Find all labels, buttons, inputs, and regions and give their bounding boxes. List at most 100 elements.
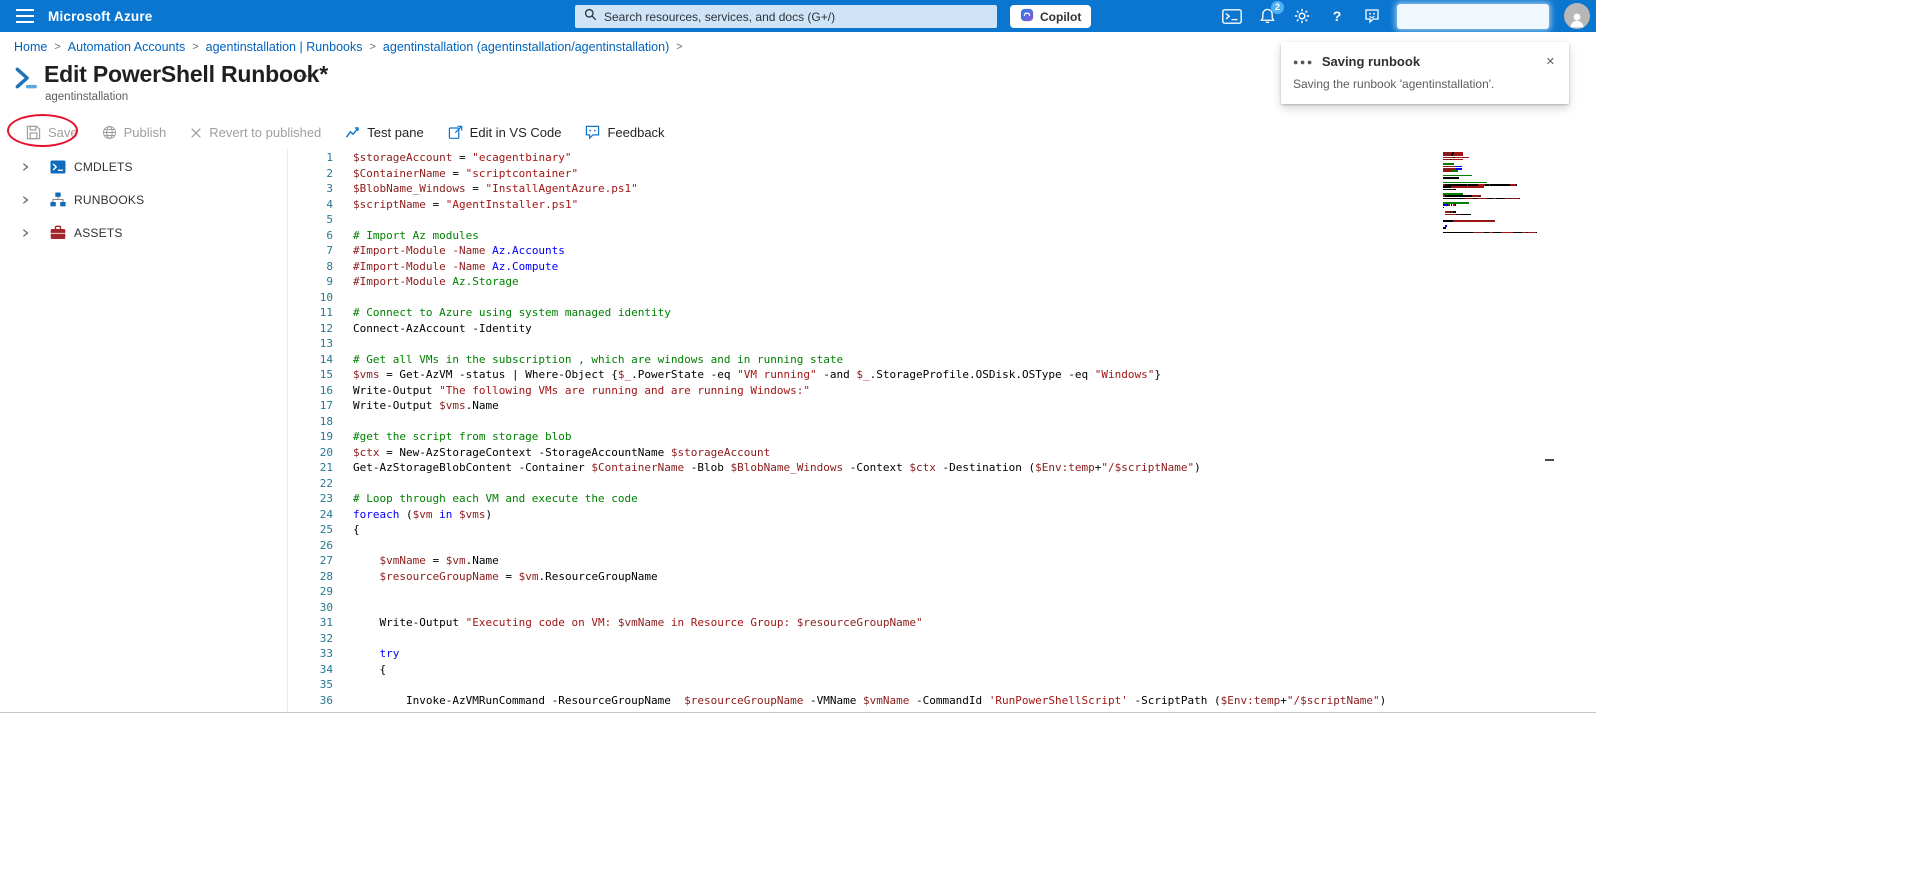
code-text: try [379, 647, 400, 660]
toolbar-feedback-button[interactable]: Feedback [585, 125, 665, 140]
line-number: 11 [319, 306, 333, 319]
chevron-right-icon[interactable] [20, 195, 32, 205]
notification-count-badge: 2 [1271, 1, 1284, 14]
settings-gear-icon[interactable] [1292, 6, 1312, 26]
minimap[interactable] [1443, 152, 1540, 234]
line-number: 26 [319, 538, 333, 552]
line-number: 16 [319, 383, 333, 397]
code-text: $storageAccount = "ecagentbinary" [353, 151, 572, 164]
toast-header: ●●● Saving runbook ✕ [1293, 53, 1557, 70]
notification-toast: ●●● Saving runbook ✕ Saving the runbook … [1281, 42, 1569, 104]
help-icon[interactable]: ? [1327, 6, 1347, 26]
code-line: 32 [288, 631, 1427, 647]
more-options-icon[interactable]: ··· [298, 67, 316, 84]
line-number: 2 [326, 166, 333, 180]
line-number: 8 [326, 259, 333, 273]
breadcrumb-separator: > [369, 41, 376, 53]
toast-close-icon[interactable]: ✕ [1544, 53, 1557, 70]
topbar: Microsoft Azure Copilot 2 [0, 0, 1596, 32]
copilot-button[interactable]: Copilot [1010, 5, 1092, 28]
code-line: 28 $resourceGroupName = $vm.ResourceGrou… [288, 569, 1427, 585]
line-number: 17 [319, 399, 333, 412]
line-number: 21 [319, 461, 333, 474]
sidebar-item-cmdlets[interactable]: CMDLETS [0, 150, 287, 183]
sidebar-item-label: CMDLETS [74, 159, 133, 174]
toolbar-edit-in-vs-code-button[interactable]: Edit in VS Code [448, 125, 561, 140]
global-search-box[interactable] [575, 5, 997, 28]
code-line: 25 { [288, 522, 1427, 538]
code-text: $scriptName = "AgentInstaller.ps1" [353, 197, 579, 211]
runbooks-icon [50, 192, 66, 207]
line-number: 18 [319, 414, 333, 428]
code-line: 35 [288, 677, 1427, 693]
breadcrumb-link[interactable]: agentinstallation | Runbooks [206, 40, 363, 54]
search-input[interactable] [604, 9, 988, 24]
sidebar-item-assets[interactable]: ASSETS [0, 216, 287, 249]
toolbar-label: Feedback [607, 125, 665, 140]
save-icon [26, 125, 41, 140]
line-number: 9 [326, 275, 333, 288]
vscode-icon [448, 125, 463, 140]
code-text: # Loop through each VM and execute the c… [353, 492, 638, 505]
code-line: 31 Write-Output "Executing code on VM: $… [288, 615, 1427, 631]
toolbar-publish-button[interactable]: Publish [102, 125, 166, 140]
line-number: 36 [319, 693, 333, 707]
notifications-bell-icon[interactable]: 2 [1257, 1, 1284, 26]
page-title: Edit PowerShell Runbook* [44, 61, 329, 87]
hamburger-menu-icon[interactable] [10, 0, 40, 32]
line-number: 20 [319, 445, 333, 459]
globe-icon [102, 125, 117, 140]
sidebar-item-runbooks[interactable]: RUNBOOKS [0, 183, 287, 216]
chevron-right-icon[interactable] [20, 228, 32, 238]
line-number: 31 [319, 616, 333, 629]
code-text: # Get all VMs in the subscription , whic… [353, 352, 844, 366]
cmdlets-icon [50, 160, 66, 174]
code-line: 5 [288, 212, 1427, 228]
line-number: 4 [326, 197, 333, 211]
code-line: 14 # Get all VMs in the subscription , wh… [288, 352, 1427, 368]
toolbar-label: Revert to published [209, 125, 322, 140]
toast-title: Saving runbook [1321, 54, 1421, 69]
copilot-label: Copilot [1040, 9, 1082, 24]
breadcrumb-link[interactable]: Home [14, 40, 47, 54]
code-line: 6 # Import Az modules [288, 228, 1427, 244]
code-text: $resourceGroupName = $vm.ResourceGroupNa… [379, 569, 658, 583]
toolbar-save-button[interactable]: Save [26, 125, 78, 140]
toolbar-revert-to-published-button[interactable]: Revert to published [190, 125, 321, 140]
toolbar-test-pane-button[interactable]: Test pane [345, 125, 424, 140]
feedback-smiley-icon[interactable] [1362, 6, 1382, 26]
code-line: 10 [288, 290, 1427, 306]
command-toolbar: Save Publish Revert to published Test pane E… [0, 117, 665, 148]
breadcrumb-link[interactable]: agentinstallation (agentinstallation/age… [383, 40, 669, 54]
toast-message: Saving the runbook 'agentinstallation'. [1293, 77, 1495, 91]
code-text: { [353, 523, 360, 536]
editor-sidebar-tree: CMDLETS RUNBOOKS ASSETS [0, 150, 287, 249]
code-line: 12 Connect-AzAccount -Identity [288, 321, 1427, 337]
code-text: foreach ($vm in $vms) [353, 507, 493, 521]
revert-icon [190, 127, 202, 139]
line-number: 33 [319, 647, 333, 660]
account-avatar[interactable] [1564, 3, 1590, 29]
code-text: Connect-AzAccount -Identity [353, 321, 532, 335]
cloud-shell-icon[interactable] [1222, 6, 1242, 26]
code-line: 1 $storageAccount = "ecagentbinary" [288, 150, 1427, 166]
overview-ruler-cursor-mark [1545, 459, 1554, 461]
chevron-right-icon[interactable] [20, 162, 32, 172]
brand-title[interactable]: Microsoft Azure [48, 9, 153, 24]
code-line: 7 #Import-Module -Name Az.Accounts [288, 243, 1427, 259]
azure-portal-window: Microsoft Azure Copilot 2 [0, 0, 1915, 888]
code-text: { [353, 662, 387, 676]
code-editor[interactable]: 1 $storageAccount = "ecagentbinary" 2 $Cont… [287, 148, 1557, 712]
code-text: $ContainerName = "scriptcontainer" [353, 166, 579, 180]
account-info-redacted [1397, 3, 1549, 29]
code-text: $BlobName_Windows = "InstallAgentAzure.p… [353, 182, 638, 195]
line-number: 15 [319, 368, 333, 381]
breadcrumb-link[interactable]: Automation Accounts [68, 40, 185, 54]
line-number: 5 [326, 213, 333, 226]
